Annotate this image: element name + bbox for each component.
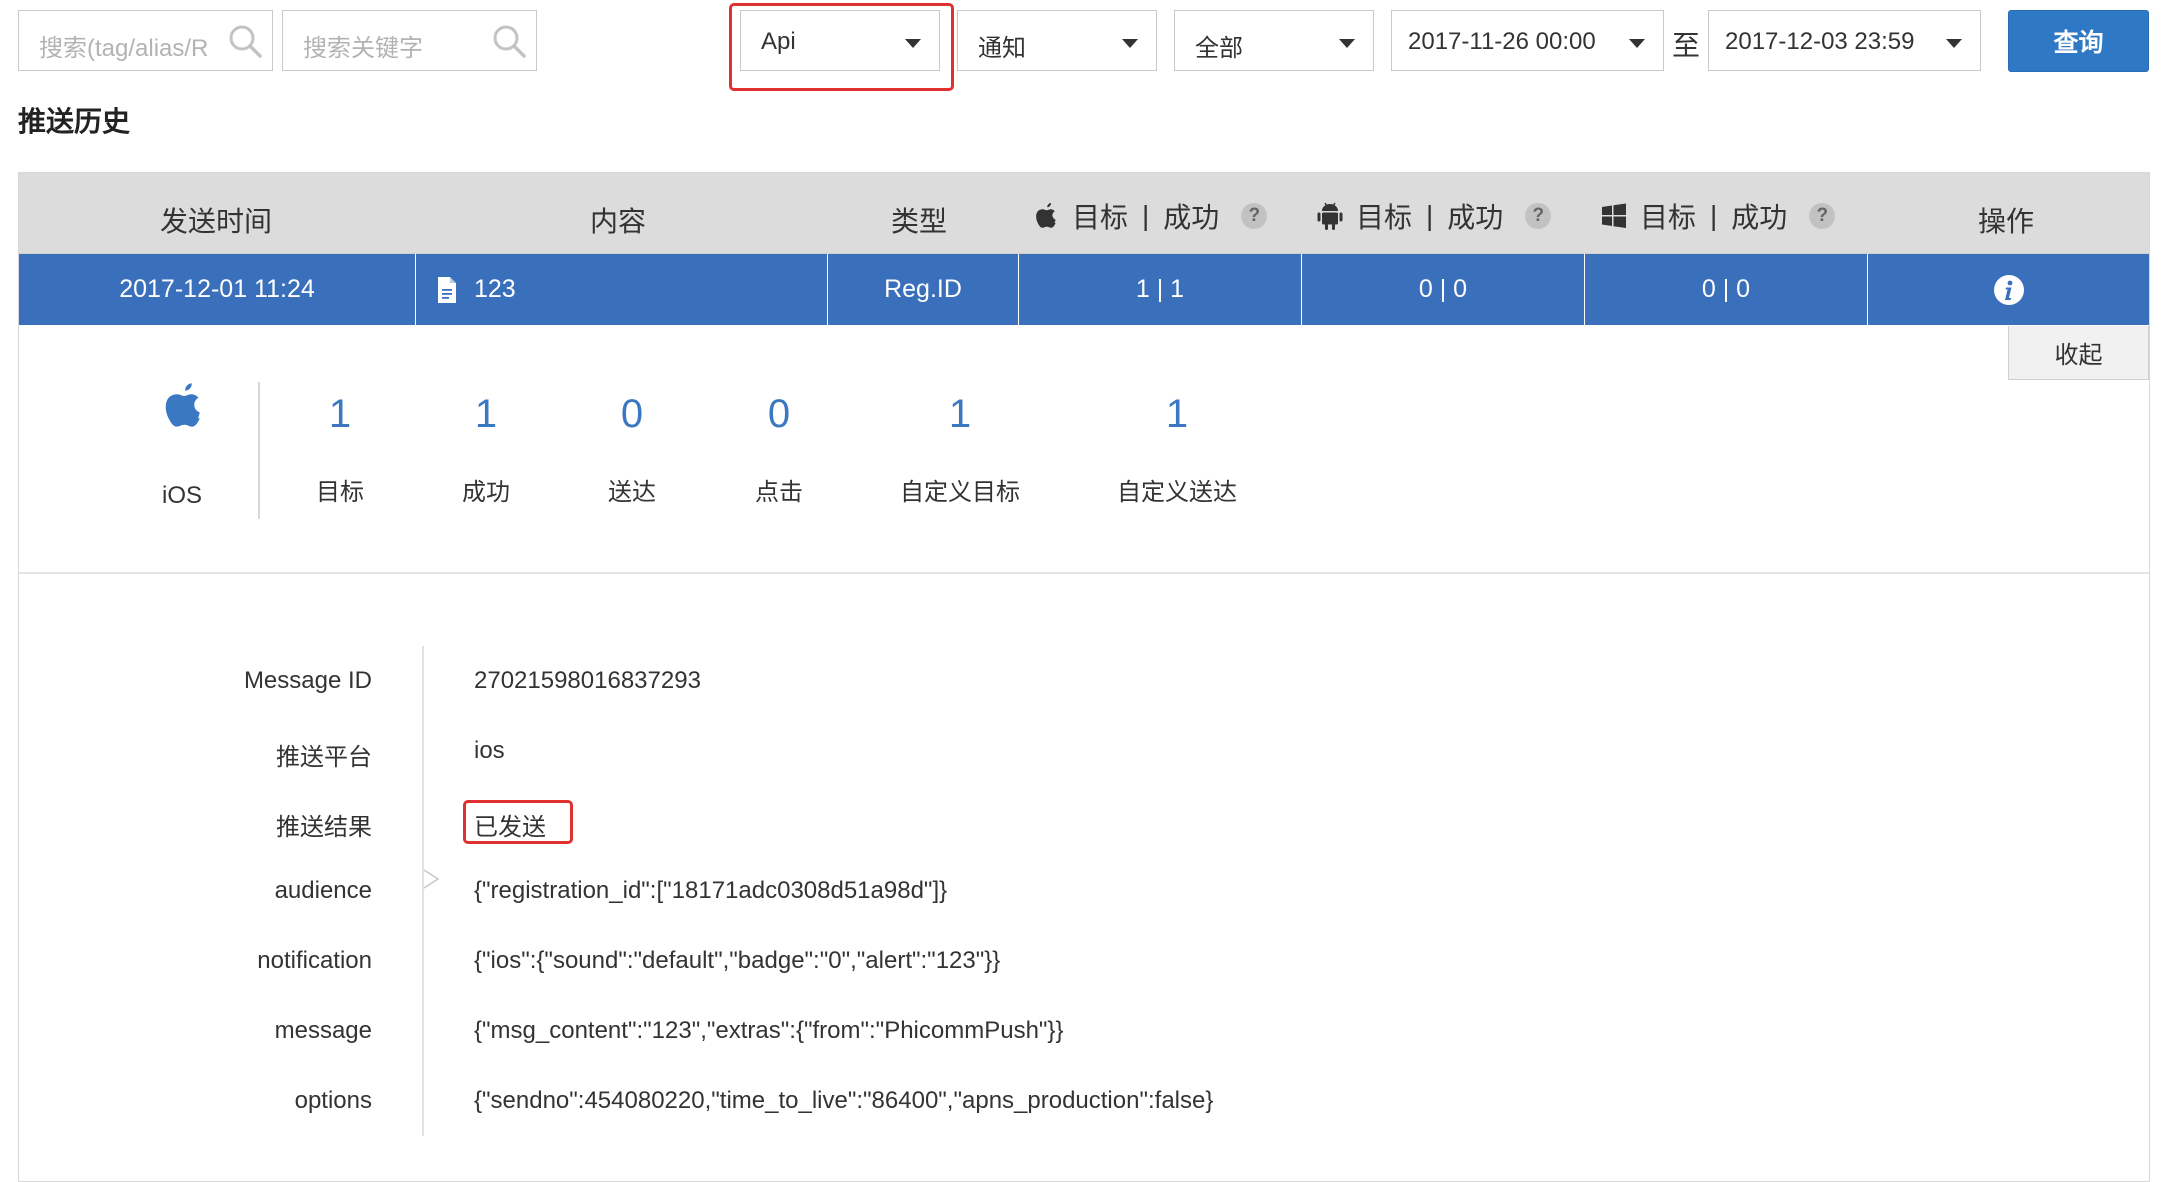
detail-value-notification: {"ios":{"sound":"default","badge":"0","a… (474, 947, 1001, 974)
apple-icon (1036, 203, 1056, 228)
stat-value: 1 (474, 392, 498, 436)
help-icon[interactable]: ? (1525, 203, 1552, 229)
detail-value-message: {"msg_content":"123","extras":{"from":"P… (474, 1017, 1064, 1044)
stat-label: 点击 (755, 479, 803, 506)
chevron-right-icon (423, 869, 440, 889)
col-content: 内容 (590, 206, 647, 237)
end-time-value: 2017-12-03 23:59 (1725, 28, 1915, 55)
detail-value-platform: ios (474, 737, 505, 764)
ios-target-label: 目标 (1072, 202, 1129, 233)
row-type: Reg.ID (828, 254, 1019, 325)
chevron-down-icon (1122, 39, 1138, 48)
scope-select[interactable]: 全部 (1174, 10, 1374, 71)
detail-label-notification: notification (257, 947, 372, 974)
android-icon (1317, 202, 1343, 230)
chevron-down-icon (905, 39, 921, 48)
search-tag-placeholder: 搜索(tag/alias/R (39, 35, 209, 62)
detail-value-message-id: 27021598016837293 (474, 667, 701, 694)
detail-label-result: 推送结果 (276, 814, 372, 841)
help-icon[interactable]: ? (1241, 203, 1268, 229)
row-windows-stats: 0 | 0 (1585, 254, 1868, 325)
android-target-label: 目标 (1356, 202, 1413, 233)
header-divider: | (1710, 200, 1718, 231)
info-icon[interactable] (1993, 274, 2025, 306)
search-tag-input[interactable]: 搜索(tag/alias/R (18, 10, 273, 71)
stat-label: 自定义目标 (900, 479, 1020, 506)
page-title: 推送历史 (18, 106, 131, 137)
stat-label: 自定义送达 (1117, 479, 1237, 506)
header-divider: | (1142, 200, 1150, 231)
source-select[interactable]: Api (740, 10, 940, 71)
stat-label: 成功 (462, 479, 510, 506)
help-icon[interactable]: ? (1809, 203, 1836, 229)
detail-label-options: options (294, 1087, 372, 1114)
header-divider: | (1426, 200, 1434, 231)
search-icon[interactable] (228, 24, 262, 58)
windows-success-label: 成功 (1731, 202, 1788, 233)
row-action (1868, 254, 2149, 325)
start-time-value: 2017-11-26 00:00 (1408, 28, 1596, 55)
detail-divider (422, 646, 424, 1136)
col-ios-stats: 目标 | 成功 ? (1032, 196, 1268, 236)
section-divider (19, 572, 2149, 574)
col-send-time: 发送时间 (160, 206, 273, 237)
detail-label-audience: audience (274, 877, 372, 904)
end-time-select[interactable]: 2017-12-03 23:59 (1708, 10, 1981, 71)
document-icon (438, 276, 456, 303)
type-select-value: 通知 (978, 35, 1026, 62)
range-separator: 至 (1672, 30, 1701, 61)
start-time-select[interactable]: 2017-11-26 00:00 (1391, 10, 1664, 71)
stat-value: 0 (767, 392, 791, 436)
row-content: 123 (416, 254, 828, 325)
chevron-down-icon (1339, 39, 1355, 48)
row-content-text: 123 (474, 275, 516, 303)
collapse-button[interactable]: 收起 (2008, 326, 2149, 380)
type-select[interactable]: 通知 (957, 10, 1157, 71)
stat-label: 送达 (608, 479, 656, 506)
ios-success-label: 成功 (1163, 202, 1220, 233)
stat-value: 1 (1165, 392, 1189, 436)
source-select-value: Api (761, 28, 796, 55)
search-keyword-input[interactable]: 搜索关键字 (282, 10, 537, 71)
detail-value-audience: {"registration_id":["18171adc0308d51a98d… (474, 877, 948, 904)
stat-value: 1 (948, 392, 972, 436)
query-button[interactable]: 查询 (2008, 10, 2149, 72)
windows-icon (1602, 203, 1626, 228)
stat-value: 1 (328, 392, 352, 436)
detail-value-result: 已发送 (474, 814, 546, 841)
row-send-time: 2017-12-01 11:24 (19, 254, 416, 325)
col-action: 操作 (1978, 206, 2035, 237)
platform-label: iOS (162, 482, 203, 509)
scope-select-value: 全部 (1195, 35, 1243, 62)
search-icon[interactable] (492, 24, 526, 58)
col-android-stats: 目标 | 成功 ? (1316, 196, 1552, 236)
chevron-down-icon (1946, 39, 1962, 48)
search-keyword-placeholder: 搜索关键字 (303, 35, 423, 62)
apple-icon (165, 383, 200, 427)
detail-label-message: message (274, 1017, 372, 1044)
col-windows-stats: 目标 | 成功 ? (1600, 196, 1836, 236)
row-android-stats: 0 | 0 (1302, 254, 1585, 325)
stats-divider (258, 382, 260, 519)
row-ios-stats: 1 | 1 (1019, 254, 1302, 325)
stat-value: 0 (620, 392, 644, 436)
android-success-label: 成功 (1447, 202, 1504, 233)
detail-label-platform: 推送平台 (276, 744, 372, 771)
windows-target-label: 目标 (1640, 202, 1697, 233)
detail-label-message-id: Message ID (243, 667, 372, 694)
chevron-down-icon (1629, 39, 1645, 48)
detail-value-options: {"sendno":454080220,"time_to_live":"8640… (474, 1087, 1214, 1114)
stat-label: 目标 (316, 479, 364, 506)
col-type: 类型 (891, 206, 948, 237)
